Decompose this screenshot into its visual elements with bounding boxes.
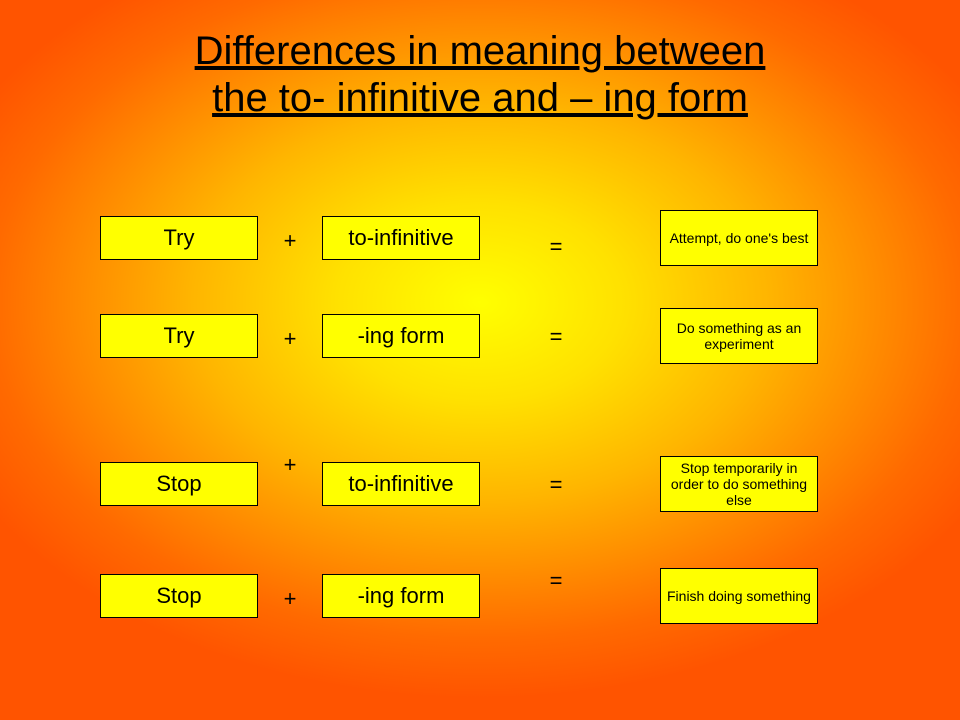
meaning-box: Stop temporarily in order to do somethin… [660, 456, 818, 512]
equals-sign: = [544, 472, 568, 498]
plus-sign: + [278, 452, 302, 478]
form-box: -ing form [322, 574, 480, 618]
meaning-box: Finish doing something [660, 568, 818, 624]
verb-box: Stop [100, 574, 258, 618]
slide-title: Differences in meaning between the to- i… [0, 28, 960, 122]
form-box: to-infinitive [322, 216, 480, 260]
plus-sign: + [278, 326, 302, 352]
equals-sign: = [544, 324, 568, 350]
slide: Differences in meaning between the to- i… [0, 0, 960, 720]
form-box: to-infinitive [322, 462, 480, 506]
meaning-box: Attempt, do one's best [660, 210, 818, 266]
verb-box: Stop [100, 462, 258, 506]
verb-box: Try [100, 314, 258, 358]
form-box: -ing form [322, 314, 480, 358]
verb-box: Try [100, 216, 258, 260]
plus-sign: + [278, 586, 302, 612]
title-line-1: Differences in meaning between [195, 29, 766, 73]
plus-sign: + [278, 228, 302, 254]
meaning-box: Do something as an experiment [660, 308, 818, 364]
equals-sign: = [544, 234, 568, 260]
title-line-2: the to- infinitive and – ing form [212, 76, 748, 120]
equals-sign: = [544, 568, 568, 594]
